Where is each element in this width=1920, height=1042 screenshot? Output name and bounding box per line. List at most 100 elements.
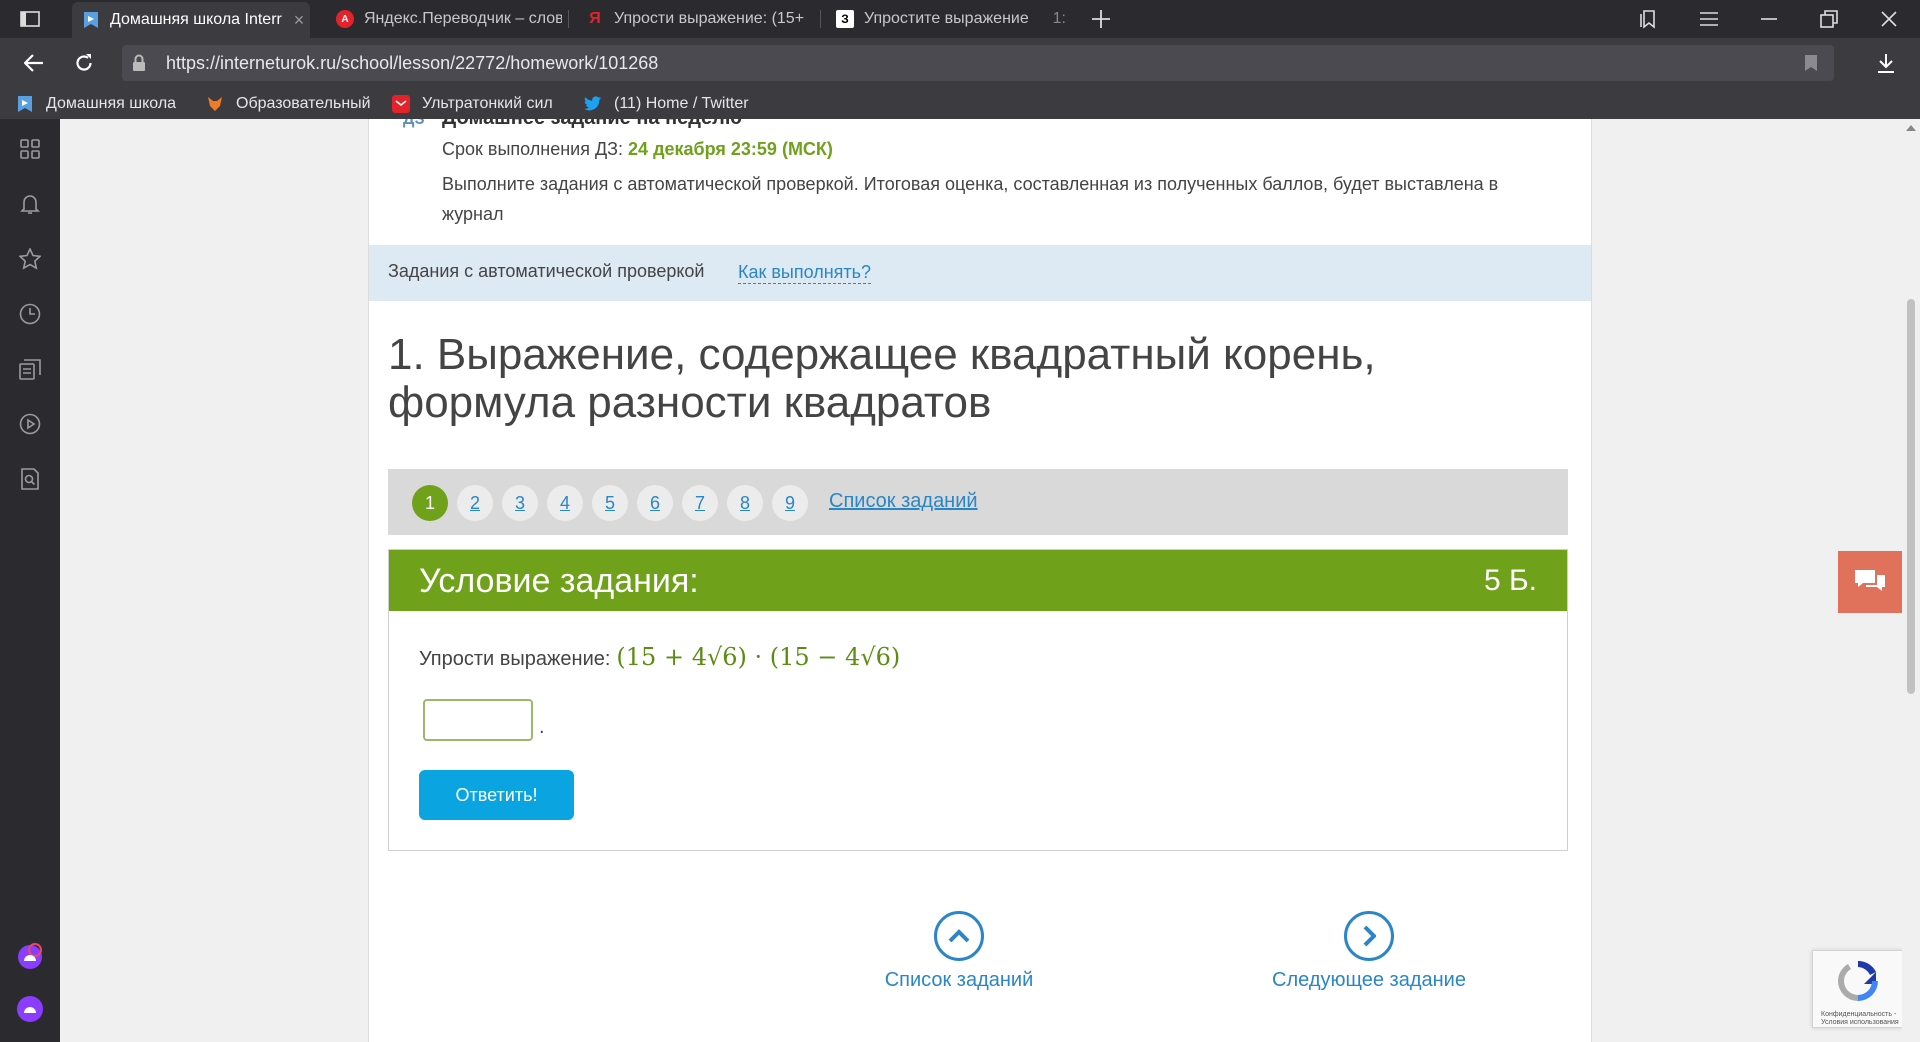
close-window-icon[interactable] bbox=[1866, 0, 1912, 38]
task-pager: 1 2 3 4 5 6 7 8 9 Список заданий bbox=[388, 469, 1568, 535]
answer-input[interactable] bbox=[423, 699, 533, 741]
pager-item-8[interactable]: 8 bbox=[727, 485, 763, 521]
minimize-icon[interactable] bbox=[1746, 0, 1792, 38]
next-task-nav-label[interactable]: Следующее задание bbox=[1272, 969, 1466, 992]
search-document-icon[interactable] bbox=[16, 465, 44, 493]
tab-label: Упростите выражение bbox=[864, 10, 1029, 27]
tab-close-icon[interactable]: × bbox=[288, 10, 310, 31]
history-clock-icon[interactable] bbox=[16, 300, 44, 328]
math-expression: (15 + 4√6) · (15 − 4√6) bbox=[616, 643, 901, 671]
question-label: Упрости выражение: bbox=[419, 648, 611, 670]
pager-item-2[interactable]: 2 bbox=[457, 485, 493, 521]
bookmark-label: (11) Home / Twitter bbox=[614, 95, 749, 112]
url-text[interactable]: https://interneturok.ru/school/lesson/22… bbox=[166, 53, 658, 74]
bookmark-page-icon[interactable] bbox=[1804, 54, 1818, 77]
menu-icon[interactable] bbox=[1686, 0, 1732, 38]
recaptcha-text[interactable]: Конфиденциальность - Условия использован… bbox=[1821, 1011, 1902, 1027]
deadline-label: Срок выполнения ДЗ: bbox=[442, 139, 624, 159]
bookmark-item[interactable]: Домашняя школа bbox=[16, 93, 182, 115]
yandex-translate-favicon-icon: A bbox=[336, 10, 354, 28]
homework-title: Домашнее задание на неделю bbox=[442, 119, 742, 130]
homework-header: ДЗ Домашнее задание на неделю Срок выпол… bbox=[369, 119, 1591, 245]
tab-label: Домашняя школа Interr bbox=[110, 11, 282, 28]
restore-window-icon[interactable] bbox=[1806, 0, 1852, 38]
interneturok-bookmark-icon bbox=[16, 95, 34, 113]
bookmark-item[interactable]: Образовательный bbox=[206, 93, 372, 115]
task-points: 5 Б. bbox=[1483, 564, 1537, 597]
scrollbar-thumb[interactable] bbox=[1907, 299, 1915, 694]
downloads-icon[interactable] bbox=[1870, 47, 1902, 79]
znanija-favicon-icon: З bbox=[836, 10, 854, 28]
pager-item-4[interactable]: 4 bbox=[547, 485, 583, 521]
chevron-up-icon[interactable] bbox=[934, 911, 984, 961]
browser-tab-bar: Домашняя школа Interr × A Яндекс.Перевод… bbox=[0, 0, 1920, 38]
bookmarks-bar: Домашняя школа Образовательный Ультратон… bbox=[0, 88, 1920, 119]
bookmarks-manager-icon[interactable] bbox=[1626, 0, 1672, 38]
lesson-title: 1. Выражение, содержащее квадратный коре… bbox=[388, 330, 1376, 427]
apps-grid-icon[interactable] bbox=[16, 135, 44, 163]
reload-icon[interactable] bbox=[68, 47, 100, 79]
back-arrow-icon[interactable] bbox=[18, 47, 50, 79]
deadline-value: 24 декабря 23:59 (МСК) bbox=[628, 139, 833, 159]
tab-interneturok[interactable]: Домашняя школа Interr × bbox=[72, 2, 310, 38]
yandex-favicon-icon: Я bbox=[589, 10, 601, 27]
homework-card: ДЗ Домашнее задание на неделю Срок выпол… bbox=[368, 119, 1592, 1042]
browser-sidebar bbox=[0, 119, 60, 1042]
collections-icon[interactable] bbox=[16, 355, 44, 383]
tab-znanija[interactable]: З Упростите выражение 1: bbox=[826, 4, 1066, 34]
homework-badge: ДЗ bbox=[403, 119, 425, 128]
answer-suffix: . bbox=[539, 716, 545, 738]
task-list-nav[interactable]: Список заданий bbox=[864, 911, 1054, 992]
bookmark-item[interactable]: (11) Home / Twitter bbox=[584, 93, 750, 115]
task-list-nav-label[interactable]: Список заданий bbox=[885, 969, 1034, 992]
bookmark-label: Образовательный bbox=[236, 95, 371, 112]
sidebar-toggle-icon[interactable] bbox=[12, 0, 48, 38]
pager-item-6[interactable]: 6 bbox=[637, 485, 673, 521]
lock-icon[interactable] bbox=[132, 54, 146, 77]
pager-item-5[interactable]: 5 bbox=[592, 485, 628, 521]
homework-deadline: Срок выполнения ДЗ: 24 декабря 23:59 (МС… bbox=[442, 139, 833, 160]
next-task-nav[interactable]: Следующее задание bbox=[1254, 911, 1484, 992]
tab-label: Упрости выражение: (15+ bbox=[614, 10, 805, 27]
task-panel: Условие задания: 5 Б. Упрости выражение:… bbox=[388, 549, 1568, 851]
auto-check-bar: Задания с автоматической проверкой Как в… bbox=[369, 245, 1591, 301]
video-play-icon[interactable] bbox=[16, 410, 44, 438]
task-list-link[interactable]: Список заданий bbox=[829, 490, 978, 513]
task-header-title: Условие задания: bbox=[419, 562, 699, 600]
chevron-right-icon[interactable] bbox=[1344, 911, 1394, 961]
twitter-bookmark-icon bbox=[584, 95, 602, 113]
bookmark-label: Ультратонкий сил bbox=[422, 95, 553, 112]
page-scrollbar[interactable] bbox=[1902, 119, 1920, 1042]
pager-item-7[interactable]: 7 bbox=[682, 485, 718, 521]
chat-bubbles-icon bbox=[1855, 570, 1885, 591]
homework-description: Выполните задания с автоматической прове… bbox=[442, 174, 1499, 224]
new-tab-button[interactable] bbox=[1086, 4, 1116, 34]
recaptcha-badge[interactable]: Конфиденциальность - Условия использован… bbox=[1812, 950, 1902, 1028]
bookmark-item[interactable]: Ультратонкий сил bbox=[392, 93, 558, 115]
page-viewport: ДЗ Домашнее задание на неделю Срок выпол… bbox=[60, 119, 1902, 1042]
pager-item-3[interactable]: 3 bbox=[502, 485, 538, 521]
submit-answer-button[interactable]: Ответить! bbox=[419, 770, 574, 820]
tab-yandex-translate[interactable]: A Яндекс.Переводчик – слов bbox=[326, 4, 562, 34]
address-row: https://interneturok.ru/school/lesson/22… bbox=[0, 38, 1920, 88]
shield-bookmark-icon bbox=[392, 95, 410, 113]
notifications-bell-icon[interactable] bbox=[16, 190, 44, 218]
chat-widget-button[interactable] bbox=[1838, 551, 1902, 613]
scroll-up-arrow-icon[interactable] bbox=[1906, 125, 1916, 131]
pager-item-1[interactable]: 1 bbox=[412, 485, 448, 521]
interneturok-favicon-icon bbox=[82, 11, 100, 29]
address-bar[interactable]: https://interneturok.ru/school/lesson/22… bbox=[122, 45, 1834, 81]
messenger-app-icon[interactable] bbox=[16, 943, 44, 971]
bookmark-label: Домашняя школа bbox=[46, 95, 177, 112]
task-header: Условие задания: 5 Б. bbox=[389, 550, 1567, 611]
tab-separator bbox=[820, 10, 821, 28]
tab-yandex-search[interactable]: Я Упрости выражение: (15+ bbox=[576, 4, 806, 34]
tab-label: Яндекс.Переводчик – слов bbox=[364, 10, 562, 27]
alice-assistant-icon[interactable] bbox=[16, 995, 44, 1023]
how-to-link[interactable]: Как выполнять? bbox=[738, 261, 872, 284]
tab-separator bbox=[568, 10, 569, 28]
fox-bookmark-icon bbox=[206, 95, 224, 113]
favorites-star-icon[interactable] bbox=[16, 245, 44, 273]
pager-item-9[interactable]: 9 bbox=[772, 485, 808, 521]
recaptcha-logo-icon bbox=[1838, 960, 1878, 1001]
